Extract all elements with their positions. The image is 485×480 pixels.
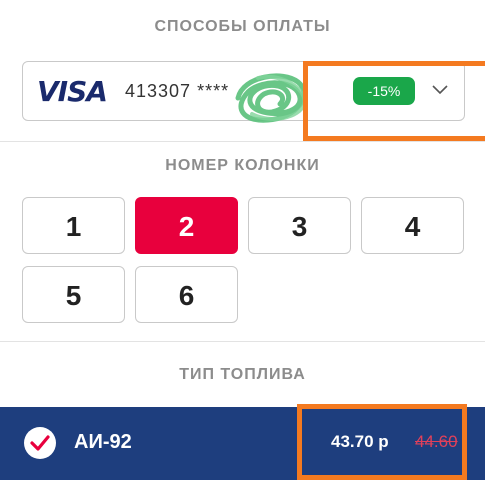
fuel-name: АИ-92 [74, 431, 132, 453]
pump-button-6[interactable]: 6 [135, 266, 238, 323]
pump-number-title: НОМЕР КОЛОНКИ [165, 157, 320, 174]
highlight-box-price [297, 404, 467, 480]
card-number: 413307 **** [125, 81, 230, 101]
pump-button-1[interactable]: 1 [22, 197, 125, 254]
pump-button-5[interactable]: 5 [22, 266, 125, 323]
pump-button-4[interactable]: 4 [361, 197, 464, 254]
pump-button-3[interactable]: 3 [248, 197, 351, 254]
highlight-box-discount [303, 61, 485, 141]
payment-methods-title: СПОСОБЫ ОПЛАТЫ [154, 18, 331, 35]
selected-check-icon [24, 427, 56, 459]
divider [0, 341, 485, 342]
fuel-type-title: ТИП ТОПЛИВА [179, 366, 306, 383]
visa-logo: VISA [37, 75, 108, 108]
pump-button-2[interactable]: 2 [135, 197, 238, 254]
divider [0, 141, 485, 142]
